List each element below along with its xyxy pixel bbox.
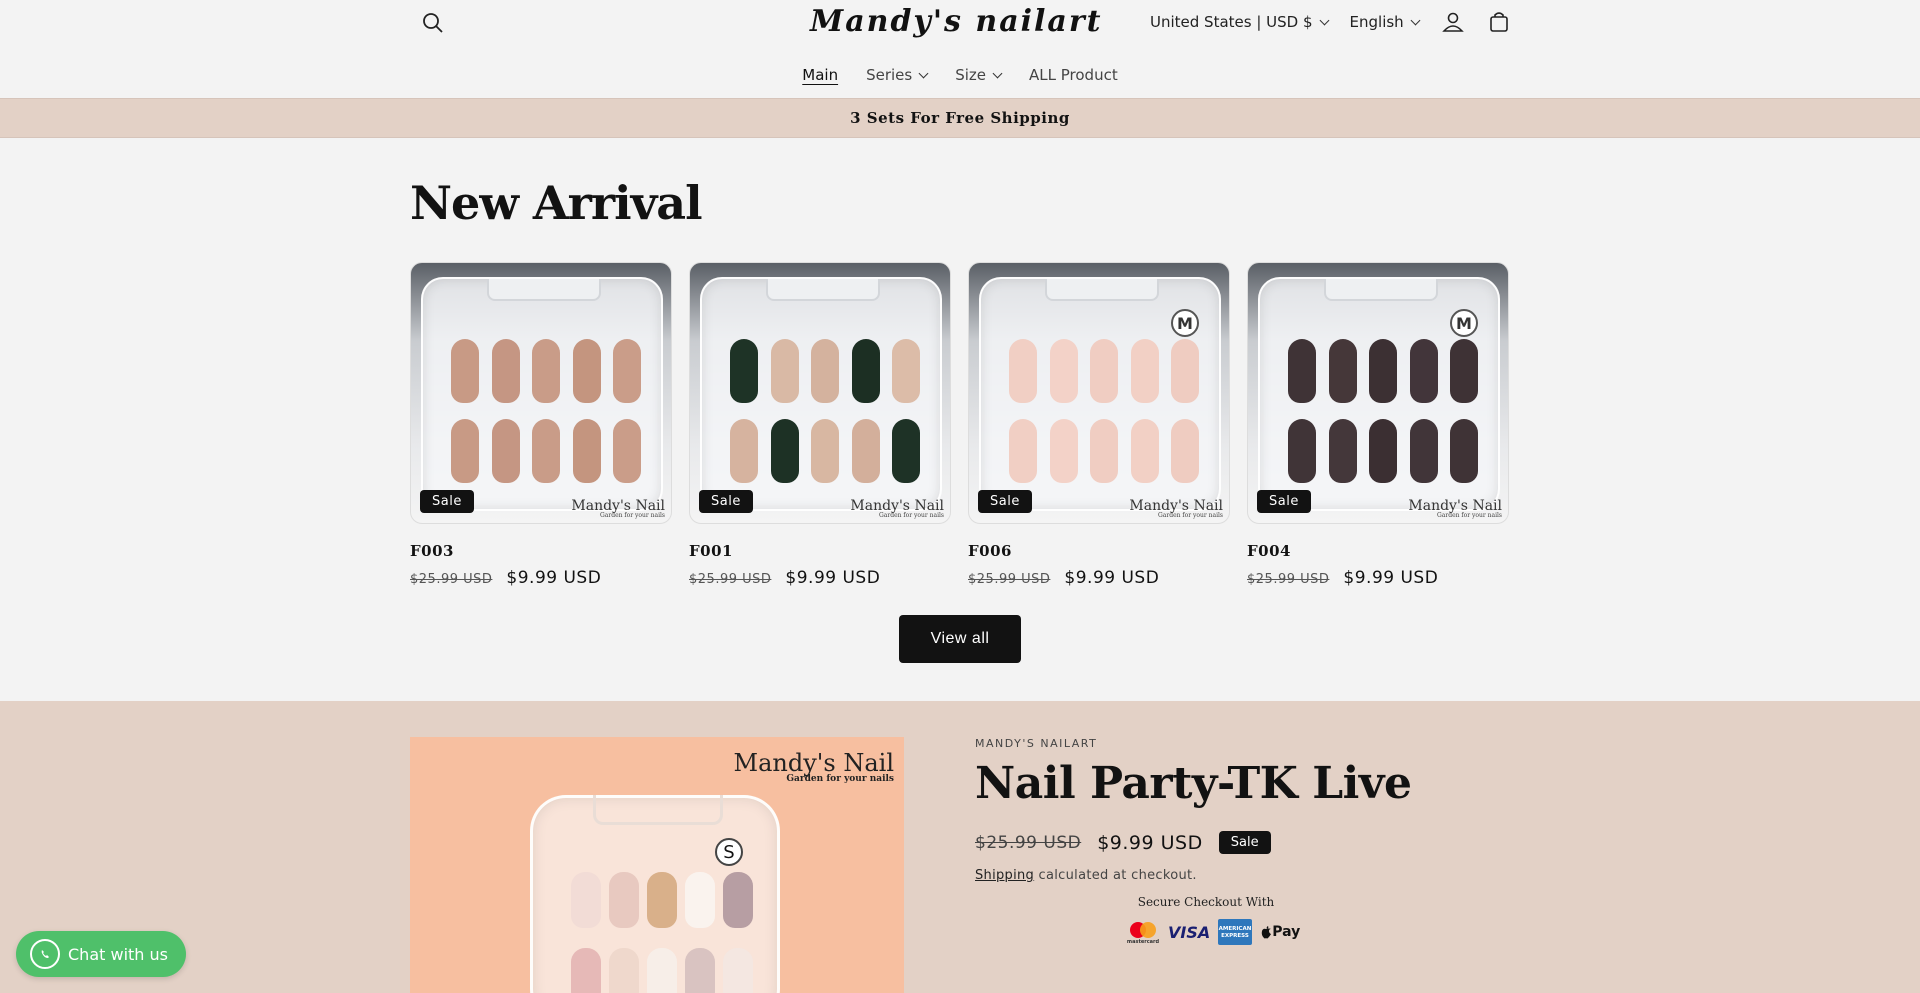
svg-text:EXPRESS: EXPRESS: [1221, 933, 1249, 939]
language-selector[interactable]: English: [1349, 13, 1421, 31]
image-watermark: Mandy's Nail Garden for your nails: [571, 498, 665, 519]
sale-price: $9.99 USD: [1064, 568, 1160, 588]
price-row: $25.99 USD $9.99 USD Sale: [975, 831, 1411, 854]
currency-selector[interactable]: United States | USD $: [1150, 13, 1329, 31]
chat-button[interactable]: Chat with us: [16, 931, 186, 977]
featured-product-section: Mandy's Nail Garden for your nails S MAND…: [0, 701, 1920, 993]
compare-price: $25.99 USD: [1247, 572, 1330, 587]
product-grid: Sale Mandy's Nail Garden for your nails F…: [410, 262, 1509, 588]
nav-label: Size: [955, 66, 987, 84]
site-header: Mandy's nailart United States | USD $ En…: [0, 0, 1920, 98]
product-card[interactable]: Sale Mandy's Nail Garden for your nails F…: [410, 262, 672, 588]
product-name[interactable]: F003: [410, 542, 672, 560]
chevron-down-icon: [918, 68, 929, 78]
svg-text:AMERICAN: AMERICAN: [1219, 926, 1252, 932]
svg-text:mastercard: mastercard: [1127, 939, 1160, 945]
featured-product-image[interactable]: Mandy's Nail Garden for your nails S: [410, 737, 904, 993]
secure-checkout-label: Secure Checkout With: [1137, 895, 1275, 909]
visa-icon: VISA: [1168, 922, 1211, 942]
price-row: $25.99 USD $9.99 USD: [410, 568, 672, 588]
sale-badge: Sale: [1257, 490, 1311, 513]
product-image[interactable]: Sale Mandy's Nail Garden for your nails: [689, 262, 951, 524]
new-arrival-section: New Arrival Sale Mandy's Nail Garden for …: [0, 138, 1920, 702]
product-image[interactable]: M Sale Mandy's Nail Garden for your nails: [1247, 262, 1509, 524]
nav-item-series[interactable]: Series: [862, 66, 931, 84]
header-actions: United States | USD $ English: [1150, 10, 1511, 34]
whatsapp-icon: [30, 939, 60, 969]
image-watermark: Mandy's Nail Garden for your nails: [1129, 498, 1223, 519]
shipping-link[interactable]: Shipping: [975, 868, 1034, 883]
product-card[interactable]: M Sale Mandy's Nail Garden for your nails…: [968, 262, 1230, 588]
product-card[interactable]: Sale Mandy's Nail Garden for your nails F…: [689, 262, 951, 588]
image-logo: Mandy's Nail Garden for your nails: [733, 749, 894, 784]
site-logo[interactable]: Mandy's nailart: [810, 4, 1103, 39]
sale-price: $9.99 USD: [1097, 831, 1203, 854]
chat-label: Chat with us: [68, 944, 168, 964]
product-name[interactable]: F001: [689, 542, 951, 560]
product-name[interactable]: F006: [968, 542, 1230, 560]
mastercard-icon: mastercard: [1126, 919, 1160, 945]
sale-badge: Sale: [699, 490, 753, 513]
sale-price: $9.99 USD: [506, 568, 602, 588]
sale-badge: Sale: [1218, 831, 1271, 854]
nav-item-all-product[interactable]: ALL Product: [1025, 66, 1122, 84]
sale-price: $9.99 USD: [1343, 568, 1439, 588]
nav-label: Main: [802, 66, 839, 84]
image-watermark: Mandy's Nail Garden for your nails: [1408, 498, 1502, 519]
language-label: English: [1349, 13, 1404, 31]
amex-icon: AMERICAN EXPRESS: [1218, 919, 1253, 945]
size-badge: S: [715, 838, 743, 866]
chevron-down-icon: [1410, 15, 1421, 25]
product-name[interactable]: F004: [1247, 542, 1509, 560]
sale-badge: Sale: [420, 490, 474, 513]
view-all-button[interactable]: View all: [899, 615, 1021, 663]
image-watermark: Mandy's Nail Garden for your nails: [850, 498, 944, 519]
currency-label: United States | USD $: [1150, 13, 1313, 31]
cart-icon[interactable]: [1487, 10, 1511, 34]
nav-label: ALL Product: [1029, 66, 1118, 84]
price-row: $25.99 USD $9.99 USD: [1247, 568, 1509, 588]
compare-price: $25.99 USD: [968, 572, 1051, 587]
product-image[interactable]: Sale Mandy's Nail Garden for your nails: [410, 262, 672, 524]
compare-price: $25.99 USD: [410, 572, 493, 587]
chevron-down-icon: [992, 68, 1003, 78]
nav-label: Series: [866, 66, 913, 84]
shipping-text: calculated at checkout.: [1034, 868, 1197, 883]
product-title: Nail Party-TK Live: [975, 758, 1412, 809]
size-badge: M: [1171, 309, 1199, 337]
account-icon[interactable]: [1441, 10, 1465, 34]
section-title: New Arrival: [410, 176, 703, 230]
main-nav: Main Series Size ALL Product: [0, 66, 1920, 84]
product-card[interactable]: M Sale Mandy's Nail Garden for your nails…: [1247, 262, 1509, 588]
apple-pay-label: Pay: [1272, 924, 1301, 940]
product-image[interactable]: M Sale Mandy's Nail Garden for your nails: [968, 262, 1230, 524]
price-row: $25.99 USD $9.99 USD: [689, 568, 951, 588]
announcement-bar: 3 Sets For Free Shipping: [0, 98, 1920, 138]
size-badge: M: [1450, 309, 1478, 337]
shipping-note: Shipping calculated at checkout.: [975, 868, 1411, 883]
apple-pay-icon: Pay: [1260, 919, 1300, 945]
vendor-label: MANDY'S NAILART: [975, 737, 1098, 750]
compare-price: $25.99 USD: [975, 832, 1082, 853]
featured-product-info: MANDY'S NAILART Nail Party-TK Live $25.9…: [975, 737, 1412, 883]
nav-item-main[interactable]: Main: [798, 66, 842, 84]
nav-item-size[interactable]: Size: [951, 66, 1005, 84]
sale-badge: Sale: [978, 490, 1032, 513]
payment-icons: mastercard VISA AMERICAN EXPRESS Pay: [1126, 919, 1300, 945]
sale-price: $9.99 USD: [785, 568, 881, 588]
search-icon[interactable]: [420, 10, 446, 36]
chevron-down-icon: [1319, 15, 1329, 25]
price-row: $25.99 USD $9.99 USD: [968, 568, 1230, 588]
compare-price: $25.99 USD: [689, 572, 772, 587]
